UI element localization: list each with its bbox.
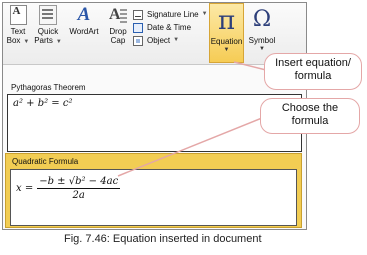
choose-formula-callout: Choose the formula [260,98,360,134]
insert-pointer-line [233,61,267,71]
figure-caption: Fig. 7.46: Equation inserted in document [64,233,262,245]
choose-callout-line-2: formula [291,115,329,127]
choose-pointer-line [117,117,263,177]
insert-callout-line-1: Insert equation/ [275,57,351,69]
insert-equation-callout: Insert equation/ formula [264,53,362,90]
insert-callout-line-2: formula [294,70,332,82]
choose-callout-line-1: Choose the [281,102,339,114]
